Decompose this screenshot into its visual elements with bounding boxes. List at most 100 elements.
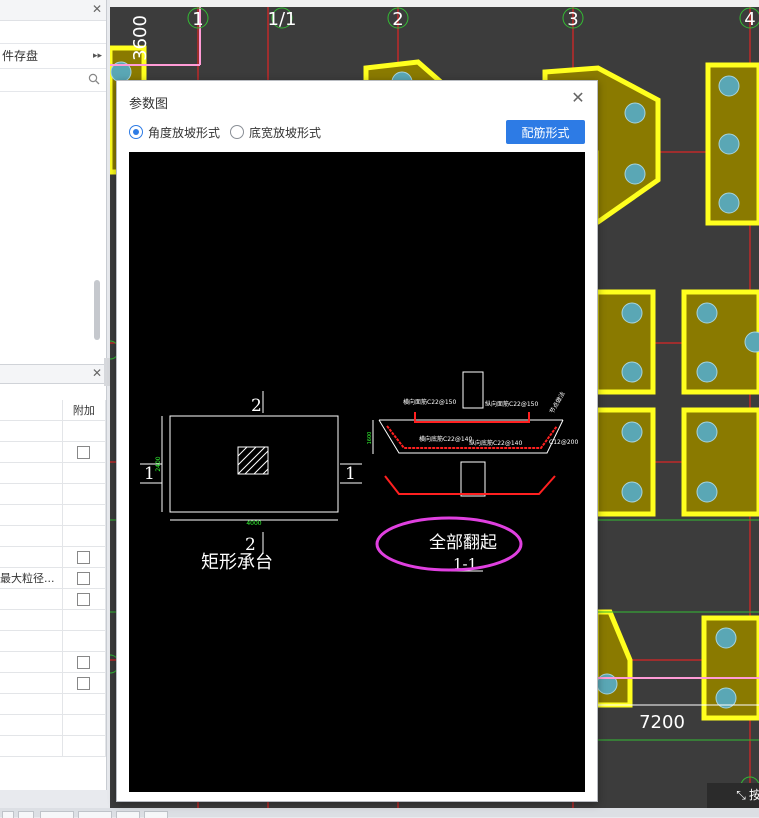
plan-width-dim: 4000 <box>246 520 261 527</box>
pile <box>696 361 718 383</box>
table-row[interactable] <box>0 630 106 652</box>
axis-label: 1 <box>192 9 203 30</box>
pile <box>624 102 646 124</box>
dim-7200: 7200 <box>639 712 685 733</box>
rebar-label-bottom-longitudinal: 纵向底筋C22@140 <box>469 439 522 447</box>
pile <box>696 302 718 324</box>
pile <box>621 421 643 443</box>
table-row[interactable] <box>0 588 106 610</box>
parameter-drawing-svg: 2 2 1 1 4000 2400 矩形承台 1600 横向面筋C22@150 … <box>140 371 578 573</box>
parameter-drawing: 2 2 1 1 4000 2400 矩形承台 1600 横向面筋C22@150 … <box>129 152 585 792</box>
table-row[interactable] <box>0 483 106 505</box>
rebar-label-side-vertical: 节点做法 <box>548 390 567 415</box>
foundation-outline <box>384 475 556 495</box>
pile <box>715 627 737 649</box>
panel-search-input[interactable] <box>2 71 86 91</box>
table-header-row: 附加 <box>0 400 106 421</box>
attach-checkbox[interactable] <box>77 655 91 669</box>
column-hatch <box>237 446 269 475</box>
slope-mode-radio-group: 角度放坡形式 底宽放坡形式 <box>129 123 331 141</box>
pile <box>696 481 718 503</box>
expand-arrows-icon[interactable]: ▸▸ <box>93 44 102 68</box>
dialog-title: 参数图 <box>129 97 169 112</box>
pile-stub <box>460 461 486 497</box>
attach-checkbox[interactable] <box>77 550 91 564</box>
pile <box>718 133 740 155</box>
section-label-top: 2 <box>251 396 262 416</box>
table-row[interactable] <box>0 609 106 631</box>
attribute-table: 附加 最大粒径... <box>0 400 106 757</box>
column-stub <box>462 371 484 409</box>
height-dim: 1600 <box>367 432 373 445</box>
plan-height-dim: 2400 <box>155 456 162 471</box>
panel-save-row[interactable]: 件存盘 ▸▸ <box>0 44 106 69</box>
rebar-label-top-longitudinal: 纵向面筋C22@150 <box>485 400 538 408</box>
axis-bubble-2: 2 <box>387 7 409 30</box>
table-row[interactable] <box>0 651 106 673</box>
axis-bubble-1-1: 1/1 <box>268 7 297 30</box>
table-row[interactable] <box>0 672 106 694</box>
rebar-label-top-horizontal: 横向面筋C22@150 <box>403 398 456 406</box>
radio-width-label[interactable]: 底宽放坡形式 <box>249 124 321 141</box>
pile <box>718 192 740 214</box>
attach-checkbox[interactable] <box>77 592 91 606</box>
bottom-taskbar <box>0 808 759 817</box>
footing-mid-d <box>681 407 759 517</box>
table-row[interactable] <box>0 420 106 442</box>
section-view: 1600 横向面筋C22@150 纵向面筋C22@150 横向底筋C22@140… <box>367 371 578 573</box>
table-row[interactable] <box>0 504 106 526</box>
axis-label: 3 <box>567 9 578 30</box>
status-text: 按鼠标左键指定插入点 <box>749 788 759 802</box>
axis-label: 4 <box>744 9 755 30</box>
radio-angle-slope[interactable] <box>129 125 143 139</box>
panel-close-icon[interactable]: ✕ <box>92 2 102 16</box>
attribute-panel-header: ✕ <box>0 364 106 384</box>
attach-checkbox[interactable] <box>77 571 91 585</box>
panel-spacer <box>0 21 106 44</box>
search-icon[interactable] <box>88 73 100 85</box>
pile <box>621 302 643 324</box>
table-row[interactable] <box>0 693 106 715</box>
table-row[interactable] <box>0 525 106 547</box>
table-row[interactable] <box>0 441 106 463</box>
table-row[interactable] <box>0 462 106 484</box>
pile <box>696 421 718 443</box>
axis-bubble-4: 4 <box>739 7 759 30</box>
table-row[interactable]: 最大粒径... <box>0 567 106 589</box>
rebar-form-button[interactable]: 配筋形式 <box>506 120 585 144</box>
status-bar: ⤡按鼠标左键指定插入点 <box>707 783 759 808</box>
rebar-label-side: C12@200 <box>549 439 578 446</box>
panel-save-label: 件存盘 <box>2 49 39 63</box>
pile <box>621 481 643 503</box>
panel-scrollbar[interactable] <box>94 280 100 340</box>
panel-search[interactable] <box>0 69 106 92</box>
section-label-left: 1 <box>144 464 155 484</box>
table-header-extra: 附加 <box>62 400 106 421</box>
axis-label: 1/1 <box>268 9 297 30</box>
attach-checkbox[interactable] <box>77 676 91 690</box>
properties-panel: ✕ 件存盘 ▸▸ ✕ 附加 最大粒径... <box>0 0 107 790</box>
radio-angle-label[interactable]: 角度放坡形式 <box>148 124 220 141</box>
axis-label: 2 <box>392 9 403 30</box>
table-row[interactable] <box>0 546 106 568</box>
close-icon[interactable]: ✕ <box>569 89 587 107</box>
insert-point-icon: ⤡ <box>736 788 746 802</box>
table-row[interactable] <box>0 714 106 736</box>
pile <box>624 163 646 185</box>
attribute-panel-close-icon[interactable]: ✕ <box>92 366 102 380</box>
rebar-label-bottom-horizontal: 横向底筋C22@140 <box>419 435 472 443</box>
table-header-cell <box>0 400 63 421</box>
cad-top-band <box>110 0 759 7</box>
attach-checkbox[interactable] <box>77 445 91 459</box>
dim-3600: 3600 <box>130 15 151 61</box>
plan-view: 2 2 1 1 4000 2400 矩形承台 <box>140 391 362 573</box>
radio-width-slope[interactable] <box>230 125 245 139</box>
axis-bubble-3: 3 <box>562 7 584 30</box>
section-label-right: 1 <box>345 464 356 484</box>
table-row[interactable] <box>0 735 106 757</box>
pile <box>718 75 740 97</box>
panel-header: ✕ <box>0 0 106 21</box>
plan-caption: 矩形承台 <box>201 552 273 573</box>
plan-outline <box>169 415 339 513</box>
annotation-all-bent-up: 全部翻起 <box>429 533 497 553</box>
